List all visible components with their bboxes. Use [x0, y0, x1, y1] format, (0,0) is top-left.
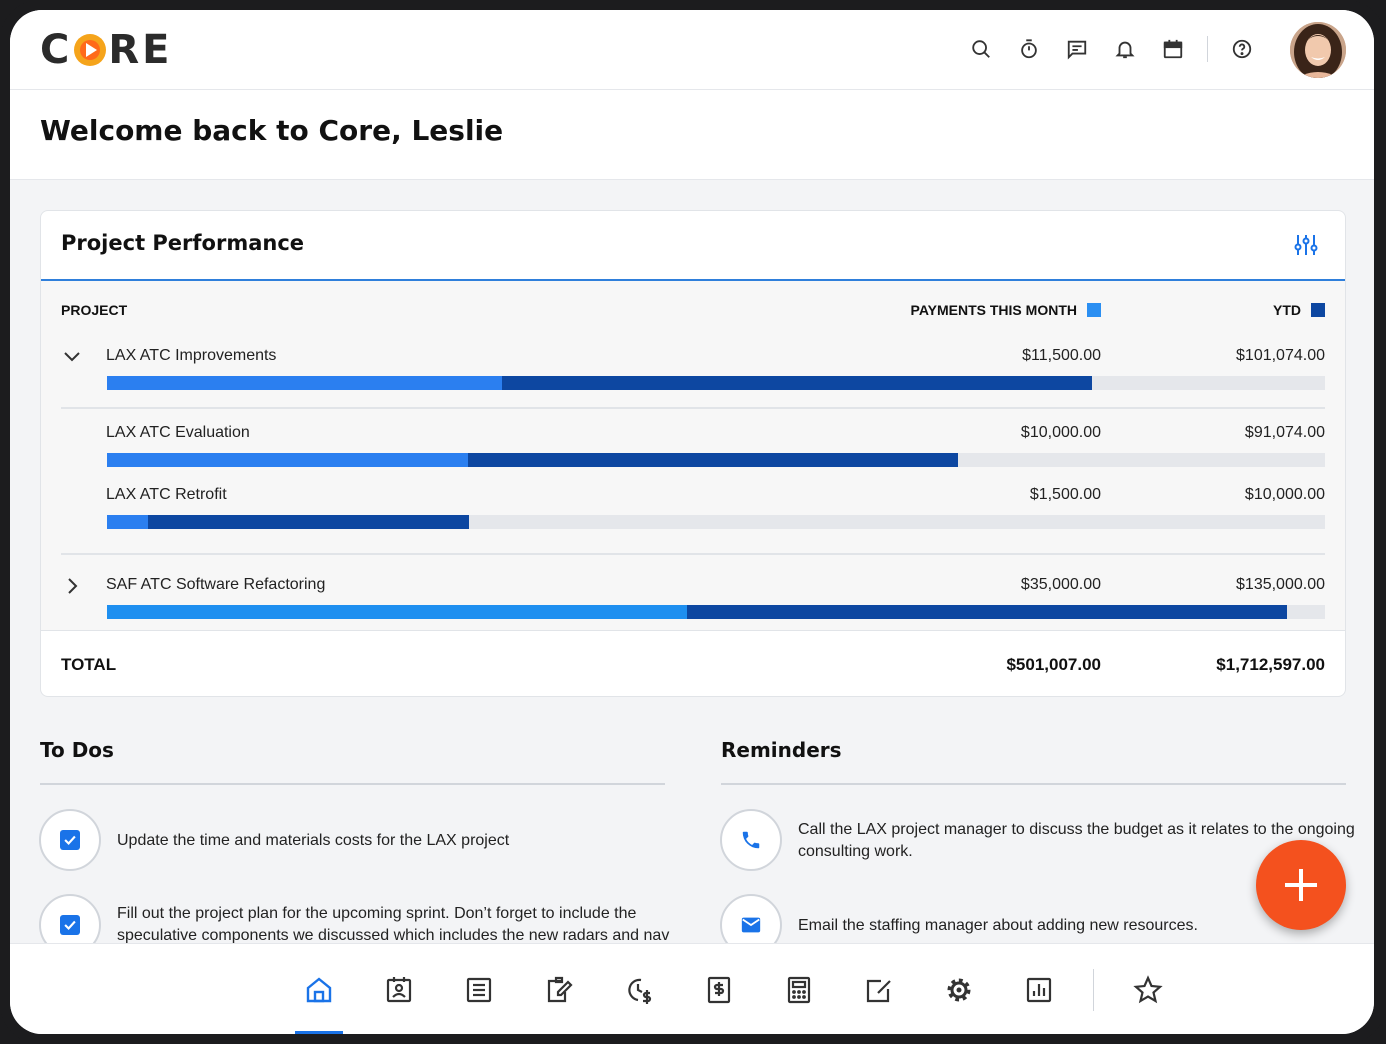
ytd-legend-swatch: [1311, 303, 1325, 317]
phone-reminder-button[interactable]: [720, 809, 782, 871]
card-title: Project Performance: [61, 231, 305, 255]
todos-title: To Dos: [40, 738, 114, 762]
subproject-progress-bar: [107, 453, 1325, 467]
reminders-divider: [721, 783, 1346, 785]
project-name[interactable]: SAF ATC Software Refactoring: [106, 576, 325, 594]
todos-divider: [40, 783, 665, 785]
row-divider: [61, 407, 1325, 409]
column-header-payments: PAYMENTS THIS MONTH: [911, 302, 1101, 318]
timer-icon[interactable]: [1015, 35, 1043, 63]
check-icon: [60, 830, 80, 850]
list-icon: [466, 977, 492, 1002]
todo-text: Fill out the project plan for the upcomi…: [117, 905, 670, 944]
phone-icon: [742, 831, 760, 849]
bell-icon[interactable]: [1111, 35, 1139, 63]
nav-invoice[interactable]: [695, 944, 743, 1034]
nav-active-indicator: [295, 1031, 343, 1034]
total-payments: $501,007.00: [1006, 655, 1101, 674]
header-divider: [1207, 36, 1208, 62]
nav-contacts[interactable]: [375, 944, 423, 1034]
nav-edit-document[interactable]: [535, 944, 583, 1034]
row-divider: [61, 553, 1325, 555]
payments-bar-fill: [107, 605, 687, 619]
payments-bar-fill: [107, 515, 149, 529]
project-progress-bar: [107, 376, 1325, 390]
nav-favorites[interactable]: [1124, 944, 1172, 1034]
total-label: TOTAL: [61, 655, 117, 674]
column-header-ytd: YTD: [1273, 302, 1325, 318]
expand-chevron-icon[interactable]: [61, 575, 83, 597]
subproject-ytd: $10,000.00: [1244, 486, 1325, 503]
ytd-bar-fill: [107, 515, 469, 529]
top-bar: C RE: [10, 10, 1374, 90]
collapse-chevron-icon[interactable]: [61, 345, 83, 367]
ytd-header-label: YTD: [1273, 302, 1301, 318]
subproject-ytd: $91,074.00: [1244, 424, 1325, 441]
gear-icon: [947, 978, 971, 1001]
time-money-icon: [628, 978, 652, 1004]
bar-chart-icon: [1026, 977, 1052, 1002]
plus-icon: [1285, 869, 1317, 901]
filter-sliders-icon[interactable]: [1293, 232, 1319, 258]
project-progress-bar: [107, 605, 1325, 619]
search-icon[interactable]: [967, 35, 995, 63]
header-actions: [947, 35, 1256, 63]
nav-time-money[interactable]: [615, 944, 663, 1034]
payments-bar-fill: [107, 453, 468, 467]
core-logo[interactable]: C RE: [40, 27, 172, 73]
calculator-icon: [787, 976, 811, 1003]
todo-checkbox[interactable]: [39, 809, 101, 871]
nav-calculator[interactable]: [775, 944, 823, 1034]
subproject-payments: $10,000.00: [1020, 424, 1101, 441]
edit-document-icon: [547, 976, 573, 1002]
total-ytd: $1,712,597.00: [1216, 655, 1325, 674]
home-icon: [306, 976, 332, 1002]
subproject-name[interactable]: LAX ATC Retrofit: [106, 486, 227, 504]
contact-card-icon: [386, 976, 412, 1002]
project-ytd: $135,000.00: [1236, 576, 1325, 593]
calendar-icon[interactable]: [1159, 35, 1187, 63]
welcome-banner: Welcome back to Core, Leslie: [10, 90, 1374, 180]
nav-settings[interactable]: [935, 944, 983, 1034]
project-performance-card: Project Performance PROJECT PAYMENTS THI…: [40, 210, 1346, 697]
device-frame: C RE Welcome back to Core, Leslie Projec…: [0, 0, 1386, 1044]
add-fab-button[interactable]: [1256, 840, 1346, 930]
subproject-name[interactable]: LAX ATC Evaluation: [106, 424, 250, 442]
reminders-title: Reminders: [721, 738, 842, 762]
subproject-progress-bar: [107, 515, 1325, 529]
invoice-icon: [707, 976, 731, 1003]
project-payments: $11,500.00: [1022, 347, 1101, 364]
user-avatar[interactable]: [1290, 22, 1346, 78]
subproject-payments: $1,500.00: [1029, 486, 1101, 503]
todo-text: Update the time and materials costs for …: [117, 832, 510, 849]
bottom-navigation: [10, 943, 1374, 1034]
payments-bar-fill: [107, 376, 502, 390]
payments-legend-swatch: [1087, 303, 1101, 317]
total-divider: [41, 630, 1345, 631]
help-icon[interactable]: [1228, 35, 1256, 63]
approvals-icon: [866, 979, 891, 1002]
nav-divider: [1093, 969, 1094, 1011]
app-screen: C RE Welcome back to Core, Leslie Projec…: [10, 10, 1374, 1034]
nav-reports[interactable]: [1015, 944, 1063, 1034]
nav-list[interactable]: [455, 944, 503, 1034]
logo-play-icon: [74, 34, 107, 66]
nav-approvals[interactable]: [855, 944, 903, 1034]
project-ytd: $101,074.00: [1236, 347, 1325, 364]
mail-icon: [741, 917, 761, 933]
nav-home[interactable]: [295, 944, 343, 1034]
message-icon[interactable]: [1063, 35, 1091, 63]
column-header-project: PROJECT: [61, 302, 128, 318]
project-name[interactable]: LAX ATC Improvements: [106, 347, 276, 365]
project-payments: $35,000.00: [1020, 576, 1101, 593]
check-icon: [60, 915, 80, 935]
page-title: Welcome back to Core, Leslie: [40, 114, 504, 147]
payments-header-label: PAYMENTS THIS MONTH: [910, 302, 1077, 318]
star-icon: [1133, 974, 1163, 1003]
